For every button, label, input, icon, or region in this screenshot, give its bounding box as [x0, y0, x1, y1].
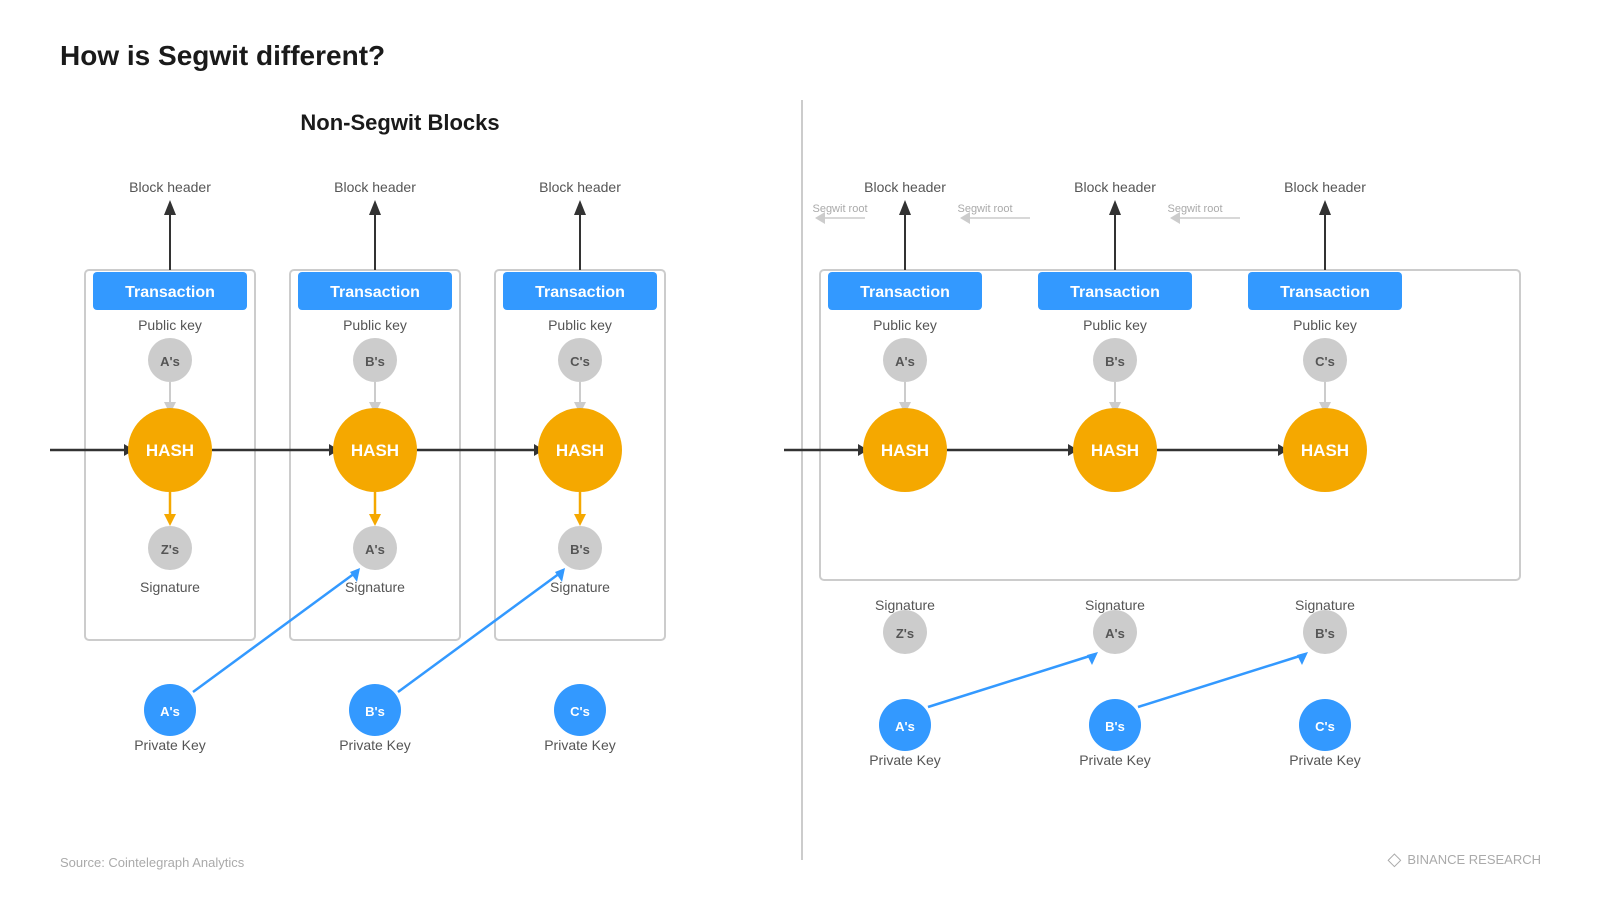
svg-text:C's: C's: [570, 354, 590, 369]
svg-text:Segwit root: Segwit root: [812, 203, 867, 215]
svg-text:Private Key: Private Key: [544, 737, 616, 753]
svg-text:Block header: Block header: [334, 179, 416, 195]
svg-text:B's: B's: [365, 704, 385, 719]
binance-label: ◇ BINANCE RESEARCH: [1388, 849, 1541, 870]
binance-diamond-icon: ◇: [1388, 849, 1402, 870]
svg-text:B's: B's: [1315, 626, 1335, 641]
svg-text:Block header: Block header: [539, 179, 621, 195]
svg-text:HASH: HASH: [1091, 441, 1139, 460]
svg-text:Transaction: Transaction: [1070, 284, 1160, 301]
svg-text:B's: B's: [1105, 719, 1125, 734]
svg-text:C's: C's: [570, 704, 590, 719]
svg-text:Signature: Signature: [550, 579, 610, 595]
svg-text:B's: B's: [365, 354, 385, 369]
page-title: How is Segwit different?: [60, 40, 385, 72]
svg-text:A's: A's: [1105, 626, 1125, 641]
svg-text:HASH: HASH: [556, 441, 604, 460]
source-label: Source: Cointelegraph Analytics: [60, 855, 244, 870]
svg-text:Public key: Public key: [138, 317, 202, 333]
svg-text:C's: C's: [1315, 719, 1335, 734]
svg-text:Private Key: Private Key: [1079, 752, 1151, 768]
svg-text:Block header: Block header: [864, 179, 946, 195]
svg-text:C's: C's: [1315, 354, 1335, 369]
svg-text:HASH: HASH: [351, 441, 399, 460]
svg-text:A's: A's: [160, 354, 180, 369]
svg-text:Transaction: Transaction: [860, 284, 950, 301]
svg-text:Transaction: Transaction: [535, 284, 625, 301]
svg-text:Public key: Public key: [1293, 317, 1357, 333]
svg-text:Transaction: Transaction: [330, 284, 420, 301]
svg-text:A's: A's: [895, 354, 915, 369]
svg-text:A's: A's: [365, 542, 385, 557]
svg-text:A's: A's: [160, 704, 180, 719]
svg-text:Private Key: Private Key: [134, 737, 206, 753]
svg-text:Signature: Signature: [875, 597, 935, 613]
svg-text:Block header: Block header: [1074, 179, 1156, 195]
svg-text:Public key: Public key: [343, 317, 407, 333]
svg-text:Z's: Z's: [896, 626, 914, 641]
svg-text:Private Key: Private Key: [869, 752, 941, 768]
svg-text:A's: A's: [895, 719, 915, 734]
svg-text:HASH: HASH: [1301, 441, 1349, 460]
svg-text:Public key: Public key: [548, 317, 612, 333]
svg-text:Z's: Z's: [161, 542, 179, 557]
svg-text:Block header: Block header: [1284, 179, 1366, 195]
svg-text:Public key: Public key: [873, 317, 937, 333]
svg-text:Signature: Signature: [1295, 597, 1355, 613]
svg-text:Signature: Signature: [1085, 597, 1145, 613]
svg-text:Transaction: Transaction: [125, 284, 215, 301]
svg-text:B's: B's: [570, 542, 590, 557]
svg-text:Public key: Public key: [1083, 317, 1147, 333]
svg-text:B's: B's: [1105, 354, 1125, 369]
svg-text:Segwit root: Segwit root: [957, 203, 1012, 215]
section-divider: [801, 100, 803, 860]
svg-text:Signature: Signature: [140, 579, 200, 595]
svg-text:Segwit root: Segwit root: [1167, 203, 1222, 215]
svg-text:Signature: Signature: [345, 579, 405, 595]
svg-text:Private Key: Private Key: [339, 737, 411, 753]
svg-text:HASH: HASH: [881, 441, 929, 460]
svg-text:HASH: HASH: [146, 441, 194, 460]
svg-text:Private Key: Private Key: [1289, 752, 1361, 768]
svg-text:Block header: Block header: [129, 179, 211, 195]
svg-text:Transaction: Transaction: [1280, 284, 1370, 301]
left-section-title: Non-Segwit Blocks: [60, 110, 740, 136]
